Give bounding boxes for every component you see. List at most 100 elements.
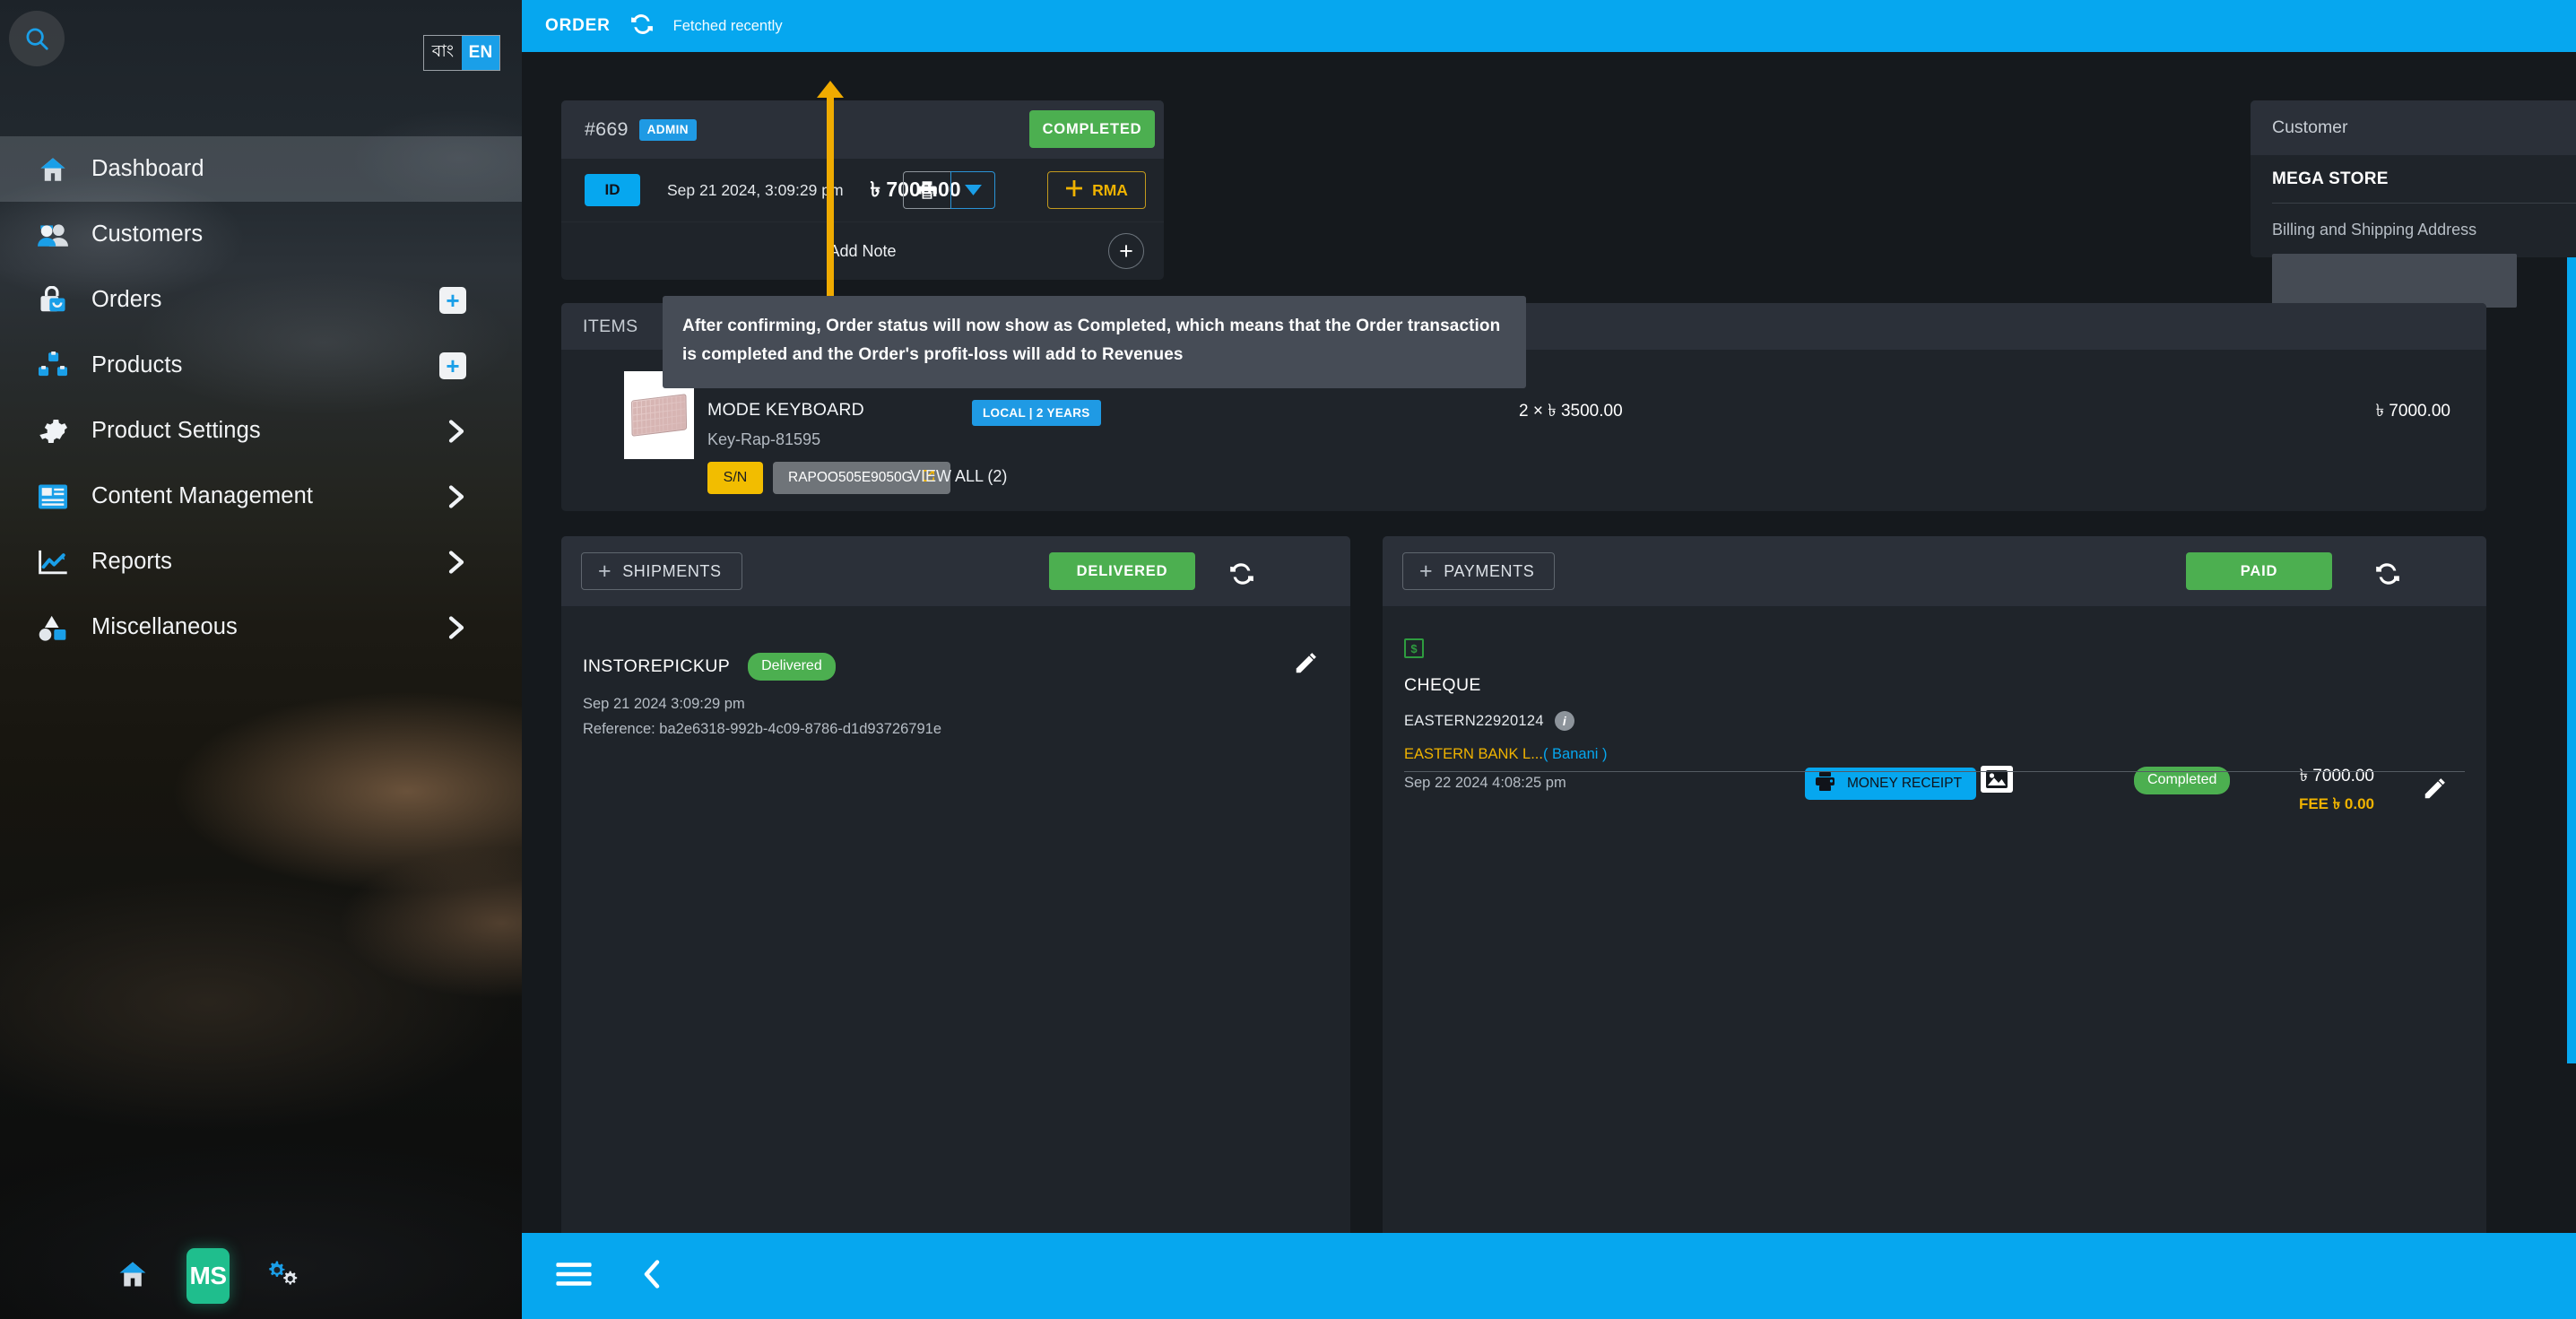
divider [1404,771,2465,772]
shipment-reference: Reference: ba2e6318-992b-4c09-8786-d1d93… [583,721,941,737]
language-option-bangla[interactable]: বাং [424,36,462,70]
caret-down-icon[interactable] [950,171,995,209]
article-icon [32,477,74,516]
hamburger-menu-icon[interactable] [556,1261,592,1292]
order-id-chip[interactable]: ID [585,174,640,206]
customer-card-header: Customer ORDERS [2251,100,2576,155]
item-quantity-price: 2 × ৳ 3500.00 [1519,402,1623,421]
language-option-english[interactable]: EN [462,36,499,70]
printer-icon[interactable] [903,171,950,209]
shapes-icon [32,608,74,647]
chevron-right-icon [447,549,466,576]
language-toggle[interactable]: বাং EN [423,35,500,71]
order-status-button[interactable]: COMPLETED [1029,110,1155,148]
order-number: #669 [585,118,629,140]
order-note-row: Add Note + [561,221,1164,280]
refresh-icon[interactable] [1229,561,1254,591]
sidebar-item-products[interactable]: Products + [0,333,522,398]
sidebar-item-label: Content Management [91,483,314,508]
payment-fee: FEE ৳ 0.00 [2298,795,2374,812]
rma-label: RMA [1092,180,1128,199]
product-sku: Key-Rap-81595 [707,430,821,448]
sidebar-add-order-button[interactable]: + [439,286,466,314]
products-icon [32,346,74,386]
sidebar-item-label: Orders [91,287,162,312]
order-summary-card: #669 ADMIN COMPLETED ID Sep 21 2024, 3:0… [561,100,1164,280]
print-button-group[interactable] [903,171,995,209]
pencil-icon[interactable] [2422,775,2449,806]
sidebar-item-label: Customers [91,221,204,247]
refresh-icon[interactable] [2375,561,2400,591]
keyboard-product-image [630,394,688,437]
order-date: Sep 21 2024, 3:09:29 pm [667,180,844,199]
home-icon[interactable] [117,1258,149,1295]
chevron-right-icon [447,614,466,641]
chevron-left-icon[interactable] [640,1258,664,1295]
shipment-date: Sep 21 2024 3:09:29 pm [583,696,745,712]
payment-method: CHEQUE [1404,675,1481,695]
payment-reference-row: EASTERN22920124 i [1404,711,2486,731]
payment-bank-branch: ( Banani ) [1542,746,1608,762]
money-receipt-button[interactable]: MONEY RECEIPT [1805,768,1977,800]
item-line-total: ৳ 7000.00 [2375,402,2450,421]
add-payment-button[interactable]: + PAYMENTS [1402,552,1556,590]
serial-number-button[interactable]: S/N [707,462,763,494]
shipment-method: INSTOREPICKUP [583,656,731,676]
home-icon [32,150,74,189]
sidebar-item-customers[interactable]: Customers [0,202,522,267]
payment-amount: ৳ 7000.00 [2299,767,2374,785]
shipments-status-button[interactable]: DELIVERED [1049,552,1195,590]
sidebar-item-dashboard[interactable]: Dashboard [0,136,522,202]
rma-button[interactable]: RMA [1047,171,1146,209]
add-note-button[interactable]: + [1108,233,1144,269]
callout-text: After confirming, Order status will now … [682,317,1501,364]
bottom-bar [522,1233,2576,1319]
info-icon[interactable]: i [1554,711,1574,731]
payments-status-button[interactable]: PAID [2186,552,2332,590]
callout-arrow [817,81,844,301]
sidebar-item-content-management[interactable]: Content Management [0,464,522,529]
order-card-meta: ID Sep 21 2024, 3:09:29 pm ৳ 7000.00 RMA [561,159,1164,221]
payment-reference: EASTERN22920124 [1404,712,1544,729]
orders-icon [32,281,74,320]
callout-tooltip: After confirming, Order status will now … [663,296,1526,388]
sidebar-footer: MS [0,1233,522,1319]
payment-bank: EASTERN BANK L...( Banani ) [1404,746,2486,763]
brand-badge[interactable]: MS [186,1248,230,1304]
sidebar-item-reports[interactable]: Reports [0,529,522,594]
view-all-serials-link[interactable]: VIEW ALL (2) [910,467,1007,486]
settings-gears-icon[interactable] [267,1258,303,1295]
customer-name: MEGA STORE [2272,169,2389,188]
order-role-badge: ADMIN [638,118,697,141]
customer-card: Customer ORDERS [2251,100,2576,308]
sidebar-item-label: Dashboard [91,156,204,181]
gear-icon [32,412,74,451]
refresh-icon[interactable] [630,13,654,40]
sidebar-add-product-button[interactable]: + [439,351,466,379]
image-icon[interactable] [1981,766,2013,793]
chart-icon [32,542,74,582]
add-note-label[interactable]: Add Note [828,242,896,261]
sidebar-item-miscellaneous[interactable]: Miscellaneous [0,594,522,660]
sidebar-item-orders[interactable]: Orders + [0,267,522,333]
sidebar-item-label: Products [91,352,183,377]
serial-number-value: RAPOO505E9050G [788,470,913,485]
add-shipment-button[interactable]: + SHIPMENTS [581,552,742,590]
payments-card: + PAYMENTS PAID $ CHEQUE EASTERN22920124… [1383,536,2486,1254]
shipment-entry: INSTOREPICKUP Delivered Sep 21 2024 3:09… [561,606,1350,738]
page-title: ORDER [545,16,611,35]
shipments-card: + SHIPMENTS DELIVERED INSTOREPICKUP Deli… [561,536,1350,1254]
pencil-icon[interactable] [1293,649,1320,681]
warranty-badge: LOCAL | 2 YEARS [972,400,1101,426]
add-payment-label: PAYMENTS [1444,561,1535,580]
payments-card-header: + PAYMENTS PAID [1383,536,2486,606]
sidebar-item-label: Product Settings [91,418,261,443]
payment-entry: $ CHEQUE EASTERN22920124 i EASTERN BANK … [1383,606,2486,812]
customers-icon [32,215,74,255]
search-icon[interactable] [9,11,65,66]
sidebar-item-product-settings[interactable]: Product Settings [0,398,522,464]
banknote-icon: $ [1404,638,1424,658]
content-scroll-region: #669 ADMIN COMPLETED ID Sep 21 2024, 3:0… [522,52,2576,1254]
chevron-right-icon [447,418,466,445]
status-badge: Delivered [748,653,836,681]
